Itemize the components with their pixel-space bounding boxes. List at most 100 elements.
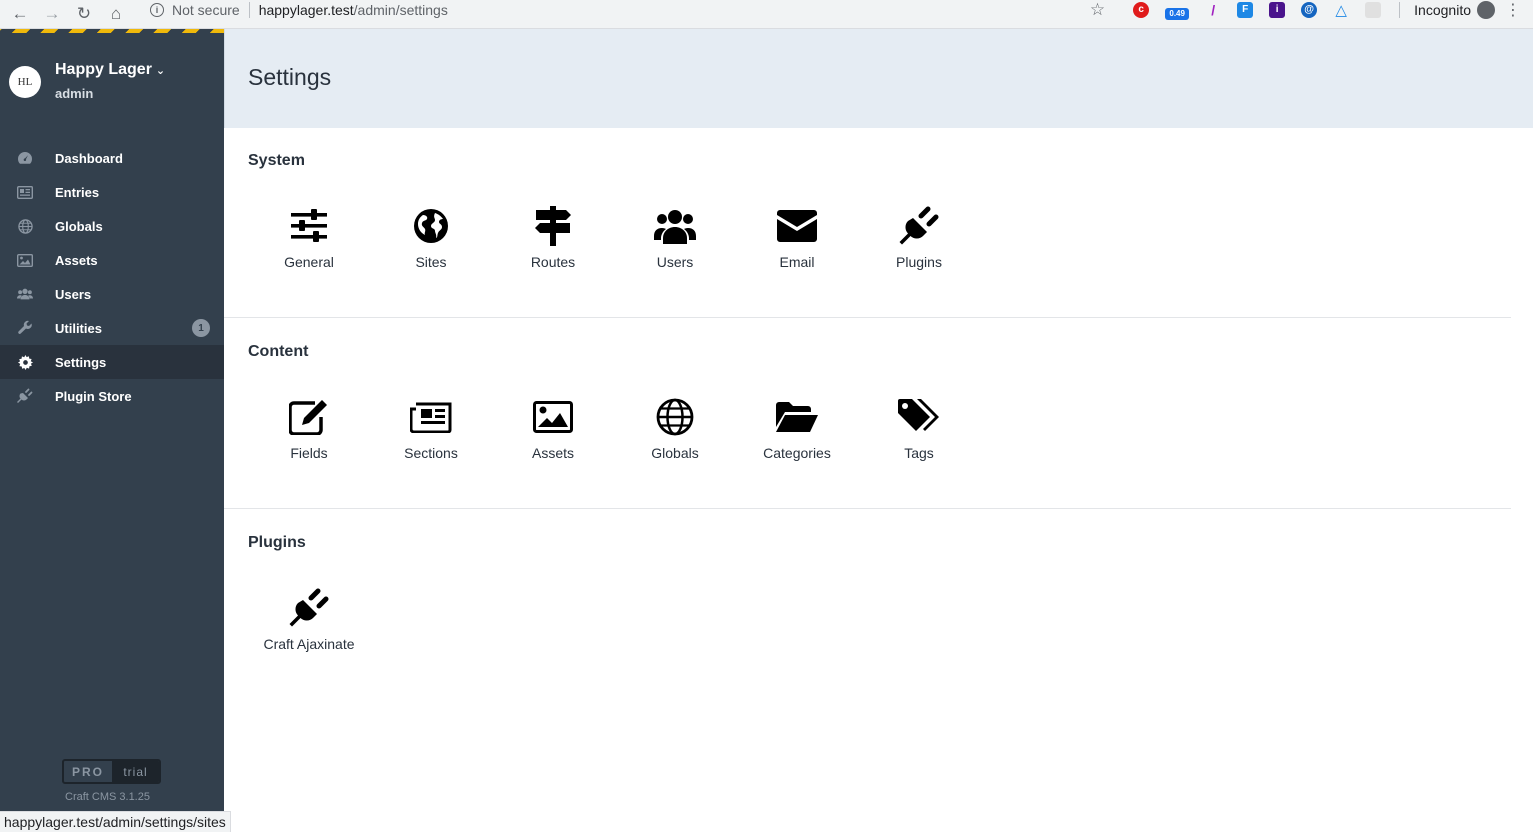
edition-name: PRO (71, 764, 104, 779)
info-icon[interactable]: i (150, 2, 164, 17)
toolbar-divider (1399, 1, 1401, 18)
chevron-down-icon: ⌄ (155, 65, 166, 77)
sidebar: HL Happy Lager ⌄ admin Dashboard Entries … (0, 29, 224, 832)
status-bar-url: happylager.test/admin/settings/sites (0, 811, 231, 832)
settings-email[interactable]: Email (736, 200, 858, 280)
dashboard-icon (17, 150, 33, 166)
extension-at-icon[interactable]: @ (1301, 1, 1318, 18)
security-label: Not secure (172, 1, 240, 18)
extension-red-icon[interactable]: c (1133, 1, 1150, 18)
settings-users[interactable]: Users (614, 200, 736, 280)
entries-icon (17, 184, 33, 200)
home-button[interactable]: ⌂ (103, 4, 129, 24)
reload-button[interactable]: ↻ (71, 4, 97, 24)
toolbar-right: ☆ c 0.49 / F i @ △ Incognito ⋮ (1090, 0, 1533, 20)
nav-item-globals[interactable]: Globals (0, 209, 224, 243)
forward-button[interactable]: → (39, 4, 65, 24)
main-content: Settings System General Sites Routes Use (224, 29, 1533, 832)
app-version: Craft CMS 3.1.25 (65, 791, 150, 803)
plugin-settings-grid: Craft Ajaxinate (248, 582, 370, 662)
plug-icon (287, 586, 331, 630)
extension-feather-icon[interactable]: / (1205, 2, 1221, 18)
menu-icon[interactable]: ⋮ (1505, 0, 1521, 20)
incognito-label[interactable]: Incognito (1414, 2, 1471, 18)
image-icon (531, 395, 575, 439)
settings-globals[interactable]: Globals (614, 391, 736, 471)
edit-icon (287, 395, 331, 439)
nav-item-entries[interactable]: Entries (0, 175, 224, 209)
site-name-text: Happy Lager (55, 61, 152, 78)
tile-label: Email (779, 254, 815, 270)
edition-badge[interactable]: PRO trial (62, 759, 161, 784)
nav-label: Assets (55, 252, 98, 268)
url-path: /admin/settings (353, 1, 448, 18)
users-icon (653, 204, 697, 248)
tile-label: Categories (763, 445, 831, 461)
tile-label: Routes (530, 254, 576, 270)
site-logo: HL (9, 66, 41, 98)
nav-label: Dashboard (55, 150, 123, 166)
extension-triangle-icon[interactable]: △ (1333, 2, 1349, 19)
main-nav: Dashboard Entries Globals Assets Users U… (0, 141, 224, 413)
utilities-badge: 1 (192, 319, 210, 337)
globe-icon (653, 395, 697, 439)
address-bar[interactable]: i Not secure happylager.test/admin/setti… (142, 0, 448, 19)
signpost-icon (531, 204, 575, 248)
settings-sections[interactable]: Sections (370, 391, 492, 471)
tags-icon (897, 395, 941, 439)
section-divider (224, 508, 1511, 509)
extension-fi-icon[interactable]: F (1237, 1, 1254, 18)
page-title: Settings (248, 64, 332, 90)
tile-label: General (284, 254, 334, 270)
settings-routes[interactable]: Routes (492, 200, 614, 280)
nav-label: Settings (55, 354, 107, 370)
wrench-icon (17, 320, 33, 336)
nav-item-settings[interactable]: Settings (0, 345, 224, 379)
dev-mode-stripes (0, 29, 224, 33)
extension-grey-icon[interactable] (1365, 1, 1382, 18)
nav-label: Plugin Store (55, 388, 132, 404)
star-icon[interactable]: ☆ (1090, 0, 1105, 20)
current-user[interactable]: admin (55, 86, 93, 101)
nav-label: Entries (55, 184, 100, 200)
settings-sites[interactable]: Sites (370, 200, 492, 280)
earth-icon (409, 204, 453, 248)
image-icon (17, 252, 33, 268)
nav-item-dashboard[interactable]: Dashboard (0, 141, 224, 175)
edition-status: trial (112, 761, 159, 782)
envelope-icon (775, 204, 819, 248)
extension-gauge-icon[interactable]: 0.49 (1165, 7, 1190, 20)
tile-label: Tags (904, 445, 934, 461)
extension-purple-icon[interactable]: i (1269, 1, 1286, 18)
incognito-icon[interactable] (1477, 0, 1495, 19)
tile-label: Users (656, 254, 694, 270)
section-title-plugins: Plugins (248, 534, 306, 551)
section-title-system: System (248, 152, 305, 169)
folder-open-icon (775, 395, 819, 439)
section-divider (224, 317, 1511, 318)
settings-categories[interactable]: Categories (736, 391, 858, 471)
settings-plugins[interactable]: Plugins (858, 200, 980, 280)
back-button[interactable]: ← (7, 4, 33, 24)
browser-toolbar: ← → ↻ ⌂ i Not secure happylager.test/adm… (0, 0, 1533, 29)
gear-icon (17, 354, 33, 370)
tile-label: Craft Ajaxinate (263, 636, 355, 652)
nav-label: Utilities (55, 320, 102, 336)
nav-item-assets[interactable]: Assets (0, 243, 224, 277)
settings-plugin-craft-ajaxinate[interactable]: Craft Ajaxinate (248, 582, 370, 662)
site-switcher[interactable]: HL Happy Lager ⌄ admin (0, 59, 224, 103)
nav-item-plugin-store[interactable]: Plugin Store (0, 379, 224, 413)
site-name[interactable]: Happy Lager ⌄ (55, 61, 165, 79)
settings-fields[interactable]: Fields (248, 391, 370, 471)
system-settings-grid: General Sites Routes Users Email Plugins (248, 200, 980, 280)
settings-tags[interactable]: Tags (858, 391, 980, 471)
nav-item-users[interactable]: Users (0, 277, 224, 311)
tile-label: Globals (651, 445, 699, 461)
settings-general[interactable]: General (248, 200, 370, 280)
sliders-icon (287, 204, 331, 248)
tile-label: Sections (404, 445, 458, 461)
tile-label: Plugins (896, 254, 942, 270)
settings-assets[interactable]: Assets (492, 391, 614, 471)
plug-icon (17, 388, 33, 404)
nav-item-utilities[interactable]: Utilities 1 (0, 311, 224, 345)
